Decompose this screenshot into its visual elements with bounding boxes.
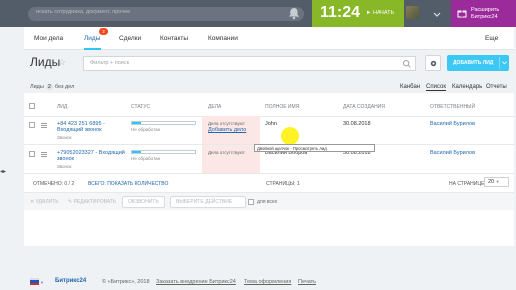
settings-button[interactable] xyxy=(425,55,441,71)
row-2-status-fill xyxy=(132,151,142,153)
theme-link[interactable]: Тема оформления xyxy=(244,279,291,285)
row-1-menu-icon[interactable] xyxy=(41,123,47,128)
delete-button[interactable]: ✕ УДАЛИТЬ xyxy=(30,199,59,205)
header-divider xyxy=(24,116,514,117)
menu-item-contacts[interactable]: Контакты xyxy=(160,35,188,42)
chevron-down-icon: ▼ xyxy=(495,179,500,184)
page-title: Лиды xyxy=(30,55,61,69)
column-header-lead[interactable]: ЛИД xyxy=(57,104,67,110)
page-footer: ▼ Битрикс24 © «Битрикс», 2018 Заказать в… xyxy=(24,275,514,290)
row-1-status-bar[interactable] xyxy=(131,121,196,125)
counter-number[interactable]: 2 xyxy=(45,84,53,90)
global-search-input[interactable]: искать сотрудника, документ, прочее xyxy=(28,7,304,21)
leads-grid: ЛИД СТАТУС ДЕЛА ПОЛНОЕ ИМЯ ДАТА СОЗДАНИЯ… xyxy=(24,93,514,246)
row-1-add-activity-link[interactable]: Добавить дело xyxy=(208,127,246,133)
column-header-full-name[interactable]: ПОЛНОЕ ИМЯ xyxy=(265,104,299,110)
row-1-status-fill xyxy=(132,122,142,124)
language-flag-icon[interactable] xyxy=(30,278,39,285)
leads-counter: Лиды 2 без дел xyxy=(30,84,74,90)
add-lead-divider xyxy=(499,57,500,69)
top-bar: искать сотрудника, документ, прочее 11:2… xyxy=(0,0,516,27)
filter-placeholder: Фильтр + поиск xyxy=(90,60,130,66)
upgrade-button[interactable]: Расширить Битрикс24 xyxy=(451,0,516,27)
chevron-down-icon[interactable] xyxy=(501,59,508,66)
leads-counter-badge: 2 xyxy=(99,28,108,35)
copyright: © «Битрикс», 2018 xyxy=(102,279,150,285)
row-2-lead-source: Звонок xyxy=(57,164,72,169)
select-all-checkbox[interactable] xyxy=(29,103,35,109)
per-page-label: НА СТРАНИЦЕ: xyxy=(449,181,486,187)
menu-item-my-activities[interactable]: Мои дела xyxy=(34,35,63,42)
row-2-checkbox[interactable] xyxy=(29,151,35,157)
column-header-created-date[interactable]: ДАТА СОЗДАНИЯ xyxy=(343,104,385,110)
row-1-responsible[interactable]: Василий Бурилов xyxy=(430,121,475,127)
group-actions-bar: ✕ УДАЛИТЬ ✎ РЕДАКТИРОВАТЬ ОБЗВОНИТЬ ВЫБЕ… xyxy=(24,192,514,210)
upgrade-label-1: Расширить xyxy=(471,7,500,13)
marked-count: ОТМЕЧЕНО: 0 / 2 xyxy=(33,181,75,187)
counter-prefix: Лиды xyxy=(30,84,44,90)
user-menu-chevron-icon[interactable] xyxy=(432,10,442,18)
gift-icon xyxy=(457,10,467,18)
row-tooltip: Двойной щелчок - Просмотреть лид xyxy=(254,144,375,152)
menu-item-companies[interactable]: Компании xyxy=(208,35,238,42)
brand-logo: Битрикс24 xyxy=(55,278,87,284)
view-tab-reports[interactable]: Отчеты xyxy=(486,84,507,90)
start-day-button[interactable]: ► НАЧАТЬ xyxy=(366,10,394,16)
active-tab-underline xyxy=(84,48,101,50)
column-header-status[interactable]: СТАТУС xyxy=(131,104,150,110)
pages-label: СТРАНИЦЫ: 1 xyxy=(266,181,300,187)
per-page-select[interactable]: 20 ▼ xyxy=(484,177,509,187)
row-1-no-activities: Дела отсутствуют xyxy=(208,121,245,126)
row-2-responsible[interactable]: Василий Бурилов xyxy=(430,150,475,156)
row-divider xyxy=(24,173,514,174)
print-link[interactable]: Печать xyxy=(298,279,316,285)
menu-item-deals[interactable]: Сделки xyxy=(119,35,141,42)
choose-action-select[interactable]: ВЫБЕРИТЕ ДЕЙСТВИЕ xyxy=(170,196,246,208)
menu-more-button[interactable]: Еще xyxy=(485,35,498,42)
column-header-responsible[interactable]: ОТВЕТСТВЕННЫЙ xyxy=(430,104,475,110)
view-tab-list[interactable]: Список xyxy=(426,84,446,91)
upgrade-label-2: Битрикс24 xyxy=(471,14,498,20)
collapse-arrows-icon[interactable]: ◂▸ xyxy=(0,168,6,175)
row-1-lead-source: Звонок xyxy=(57,135,72,140)
counter-suffix: без дел xyxy=(54,84,75,90)
gear-icon xyxy=(430,60,437,67)
row-2-lead-title[interactable]: +79052023327 - Входящий звонок xyxy=(57,150,125,162)
row-2-menu-icon[interactable] xyxy=(41,152,47,157)
for-all-checkbox[interactable] xyxy=(248,199,254,205)
row-1-status-label: Не обработан xyxy=(131,127,161,132)
add-lead-label: ДОБАВИТЬ ЛИД xyxy=(453,60,494,66)
show-total-link[interactable]: ВСЕГО: ПОКАЗАТЬ КОЛИЧЕСТВО xyxy=(88,181,168,187)
menu-item-leads[interactable]: Лиды xyxy=(84,35,100,42)
row-1-full-name: John xyxy=(265,121,277,127)
view-tab-calendar[interactable]: Календарь xyxy=(452,84,482,90)
add-lead-button[interactable]: ДОБАВИТЬ ЛИД xyxy=(447,55,509,71)
crm-menu: Мои дела Лиды 2 Сделки Контакты Компании… xyxy=(24,27,514,50)
order-implementation-link[interactable]: Заказать внедрение Битрикс24 xyxy=(156,279,236,285)
row-1-checkbox[interactable] xyxy=(29,122,35,128)
mouse-cursor-highlight xyxy=(281,127,299,145)
search-placeholder: искать сотрудника, документ, прочее xyxy=(36,9,131,15)
search-icon[interactable] xyxy=(402,59,412,69)
per-page-value: 20 xyxy=(488,179,495,185)
for-all-label: для всех xyxy=(257,199,278,205)
column-header-activities[interactable]: ДЕЛА xyxy=(208,104,221,110)
clock-time: 11:24 xyxy=(320,4,361,21)
favorite-star-icon[interactable]: ☆ xyxy=(58,57,66,68)
filter-search-input[interactable]: Фильтр + поиск xyxy=(83,56,416,71)
row-2-status-label: Не обработан xyxy=(131,156,161,161)
user-avatar[interactable] xyxy=(406,6,419,19)
row-2-no-activities: Дела отсутствуют xyxy=(208,150,245,155)
view-tab-kanban[interactable]: Канбан xyxy=(400,84,420,90)
edit-button[interactable]: ✎ РЕДАКТИРОВАТЬ xyxy=(68,199,116,205)
notifications-bell-icon[interactable] xyxy=(288,7,300,20)
chevron-down-icon[interactable]: ▼ xyxy=(40,280,44,285)
row-1-lead-title[interactable]: +84 423 251 6895 - Входящий звонок xyxy=(57,121,125,133)
work-day-clock[interactable]: 11:24 ► НАЧАТЬ xyxy=(312,0,404,27)
call-button[interactable]: ОБЗВОНИТЬ xyxy=(122,196,165,208)
row-2-status-bar[interactable] xyxy=(131,150,196,154)
row-1-created-date: 30.08.2018 xyxy=(343,121,371,127)
